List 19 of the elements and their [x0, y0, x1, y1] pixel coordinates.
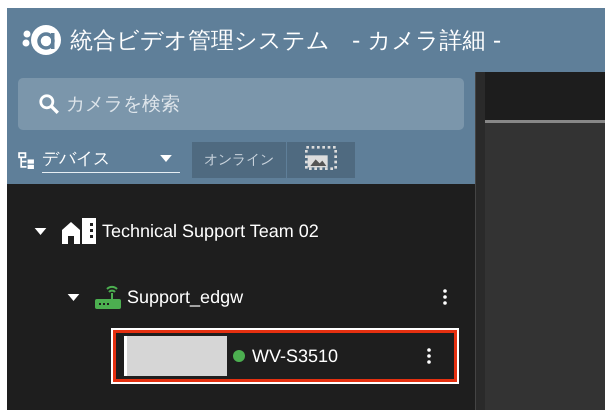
- image-icon: [305, 146, 337, 170]
- camera-item[interactable]: WV-S3510: [111, 328, 459, 384]
- hierarchy-icon: [18, 152, 35, 168]
- search-icon: [38, 93, 60, 115]
- app-title: 統合ビデオ管理システム: [70, 26, 330, 56]
- router-icon: [95, 284, 121, 310]
- expand-caret-icon[interactable]: [67, 294, 80, 300]
- building-icon: [62, 218, 96, 244]
- camera-label: WV-S3510: [252, 346, 338, 366]
- more-options-icon[interactable]: [427, 348, 431, 364]
- tree-item-label[interactable]: Technical Support Team 02: [102, 220, 319, 242]
- more-options-icon[interactable]: [443, 289, 447, 305]
- page-subtitle: - カメラ詳細 -: [352, 26, 502, 56]
- search-field[interactable]: カメラを検索: [18, 78, 464, 130]
- view-dropdown[interactable]: デバイス: [42, 147, 180, 173]
- online-toggle[interactable]: オンライン: [192, 142, 287, 178]
- dropdown-caret-icon: [160, 155, 172, 162]
- expand-caret-icon[interactable]: [34, 228, 47, 234]
- tree-item-label[interactable]: Support_edgw: [127, 286, 244, 308]
